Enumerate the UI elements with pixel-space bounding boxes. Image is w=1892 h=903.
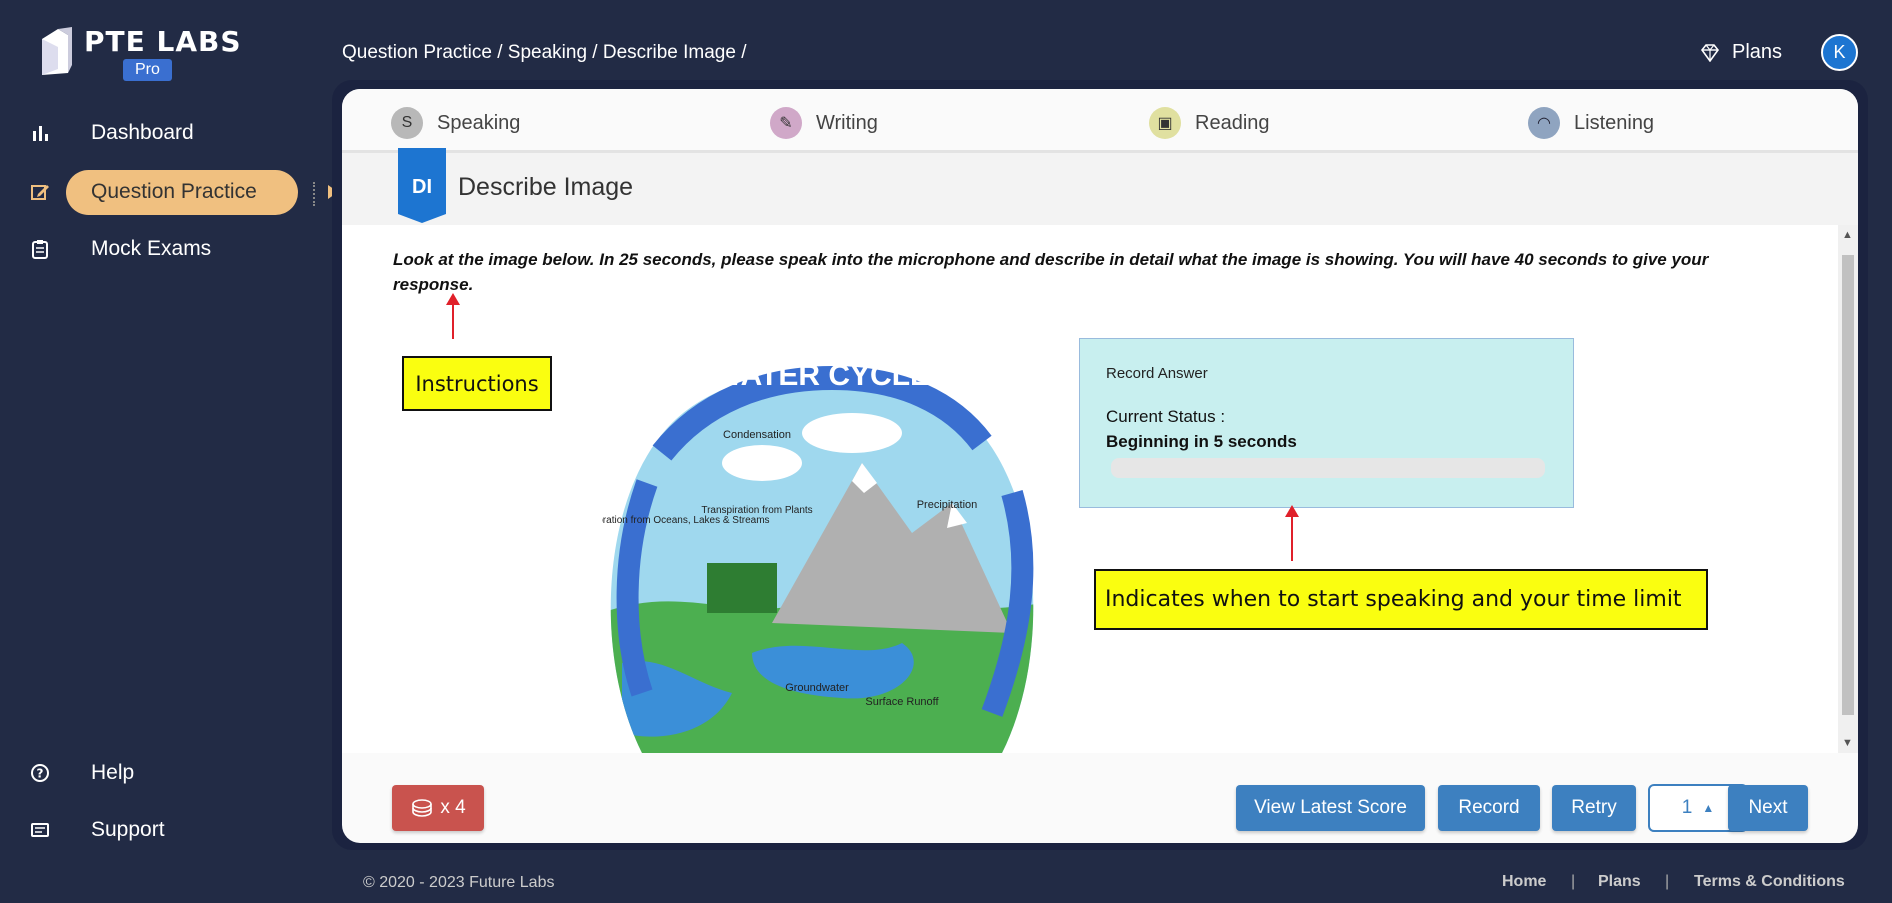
sidebar-item-help[interactable]: ? Help <box>0 751 300 795</box>
annotation-arrow <box>446 293 460 339</box>
image-title: WATER CYCLE <box>714 359 930 392</box>
tab-label: Writing <box>816 111 878 134</box>
avatar[interactable]: K <box>1821 34 1858 71</box>
annotation-arrow <box>1285 505 1299 561</box>
retry-button[interactable]: Retry <box>1552 785 1636 831</box>
tab-label: Reading <box>1195 111 1270 134</box>
timer-callout: Indicates when to start speaking and you… <box>1094 569 1708 630</box>
recording-progress-bar <box>1111 458 1545 478</box>
plans-link[interactable]: Plans <box>1700 41 1782 64</box>
label-evaporation: Evaporation from Oceans, Lakes & Streams <box>602 515 770 526</box>
tab-label: Listening <box>1574 111 1655 134</box>
reading-icon: ▣ <box>1149 107 1181 139</box>
scroll-up-icon[interactable]: ▲ <box>1842 229 1853 241</box>
coins-button[interactable]: x 4 <box>392 785 484 831</box>
footer-link-home[interactable]: Home <box>1502 873 1546 891</box>
tab-listening[interactable]: ◠ Listening <box>1528 107 1654 139</box>
scrollbar[interactable]: ▲ ▼ <box>1838 225 1858 753</box>
question-number: 1 <box>1681 797 1693 818</box>
sidebar-item-label: Mock Exams <box>91 237 212 260</box>
tab-label: Speaking <box>437 111 521 134</box>
record-button[interactable]: Record <box>1438 785 1540 831</box>
sidebar-item-question-practice[interactable]: Question Practice <box>0 170 300 214</box>
tab-writing[interactable]: ✎ Writing <box>770 107 878 139</box>
view-latest-score-button[interactable]: View Latest Score <box>1236 785 1425 831</box>
scroll-down-icon[interactable]: ▼ <box>1842 737 1853 749</box>
sidebar-item-label: Help <box>91 761 135 784</box>
sidebar-item-label: Support <box>91 818 165 841</box>
footer-link-terms[interactable]: Terms & Conditions <box>1694 873 1845 891</box>
copyright: © 2020 - 2023 Future Labs <box>363 874 555 891</box>
bar-chart-icon <box>33 126 48 141</box>
footer-link-plans[interactable]: Plans <box>1598 873 1641 891</box>
label-groundwater: Groundwater <box>785 682 849 694</box>
divider <box>313 182 315 206</box>
section-tabs: S Speaking ✎ Writing ▣ Reading ◠ Listeni… <box>342 89 1858 153</box>
label-precipitation: Precipitation <box>917 499 978 511</box>
label-condensation: Condensation <box>723 429 791 441</box>
pro-badge: Pro <box>123 59 172 81</box>
help-icon: ? <box>31 764 49 782</box>
status-text: Beginning in 5 seconds <box>1106 432 1297 451</box>
sidebar-item-support[interactable]: Support <box>0 808 300 852</box>
logo[interactable]: PTE LABS Pro <box>38 25 242 81</box>
speaking-icon: S <box>391 107 423 139</box>
recorder-panel: Record Answer Current Status : Beginning… <box>1079 338 1574 508</box>
label-runoff: Surface Runoff <box>865 696 939 708</box>
logo-mark-icon <box>42 27 72 75</box>
instructions-text: Look at the image below. In 25 seconds, … <box>393 250 1709 294</box>
svg-text:?: ? <box>37 767 44 781</box>
question-type-badge: DI <box>398 148 446 223</box>
diamond-icon <box>1700 43 1720 62</box>
instructions-callout: Instructions <box>402 356 552 411</box>
footer-separator: | <box>1571 873 1576 890</box>
writing-icon: ✎ <box>770 107 802 139</box>
recorder-title: Record Answer <box>1106 365 1208 382</box>
plans-label: Plans <box>1732 41 1783 63</box>
breadcrumb: Question Practice / Speaking / Describe … <box>342 42 747 63</box>
tab-reading[interactable]: ▣ Reading <box>1149 107 1270 139</box>
sidebar-item-label: Dashboard <box>91 121 194 144</box>
coins-count: x 4 <box>440 797 466 818</box>
tab-speaking[interactable]: S Speaking <box>391 107 520 139</box>
next-button[interactable]: Next <box>1728 785 1808 831</box>
water-cycle-image: WATER CYCLE Condensation Transpiration f… <box>602 359 1034 753</box>
scroll-thumb[interactable] <box>1842 255 1854 715</box>
sidebar-item-mock-exams[interactable]: Mock Exams <box>0 227 300 271</box>
page-title: Describe Image <box>458 173 634 201</box>
brand-name: PTE LABS <box>84 25 242 58</box>
support-icon <box>31 823 49 837</box>
chevron-up-icon: ▲ <box>1702 801 1715 815</box>
edit-icon <box>31 185 49 200</box>
sidebar-item-dashboard[interactable]: Dashboard <box>0 111 300 155</box>
clipboard-icon <box>32 240 48 259</box>
main-panel: S Speaking ✎ Writing ▣ Reading ◠ Listeni… <box>342 89 1858 843</box>
sidebar-item-label: Question Practice <box>91 180 257 203</box>
question-content: Look at the image below. In 25 seconds, … <box>342 225 1838 753</box>
headphones-icon: ◠ <box>1528 107 1560 139</box>
sidebar: PTE LABS Pro Dashboard Question Practice… <box>0 0 338 903</box>
coins-icon <box>412 799 433 817</box>
status-label: Current Status : <box>1106 407 1226 426</box>
footer-separator: | <box>1665 873 1670 890</box>
